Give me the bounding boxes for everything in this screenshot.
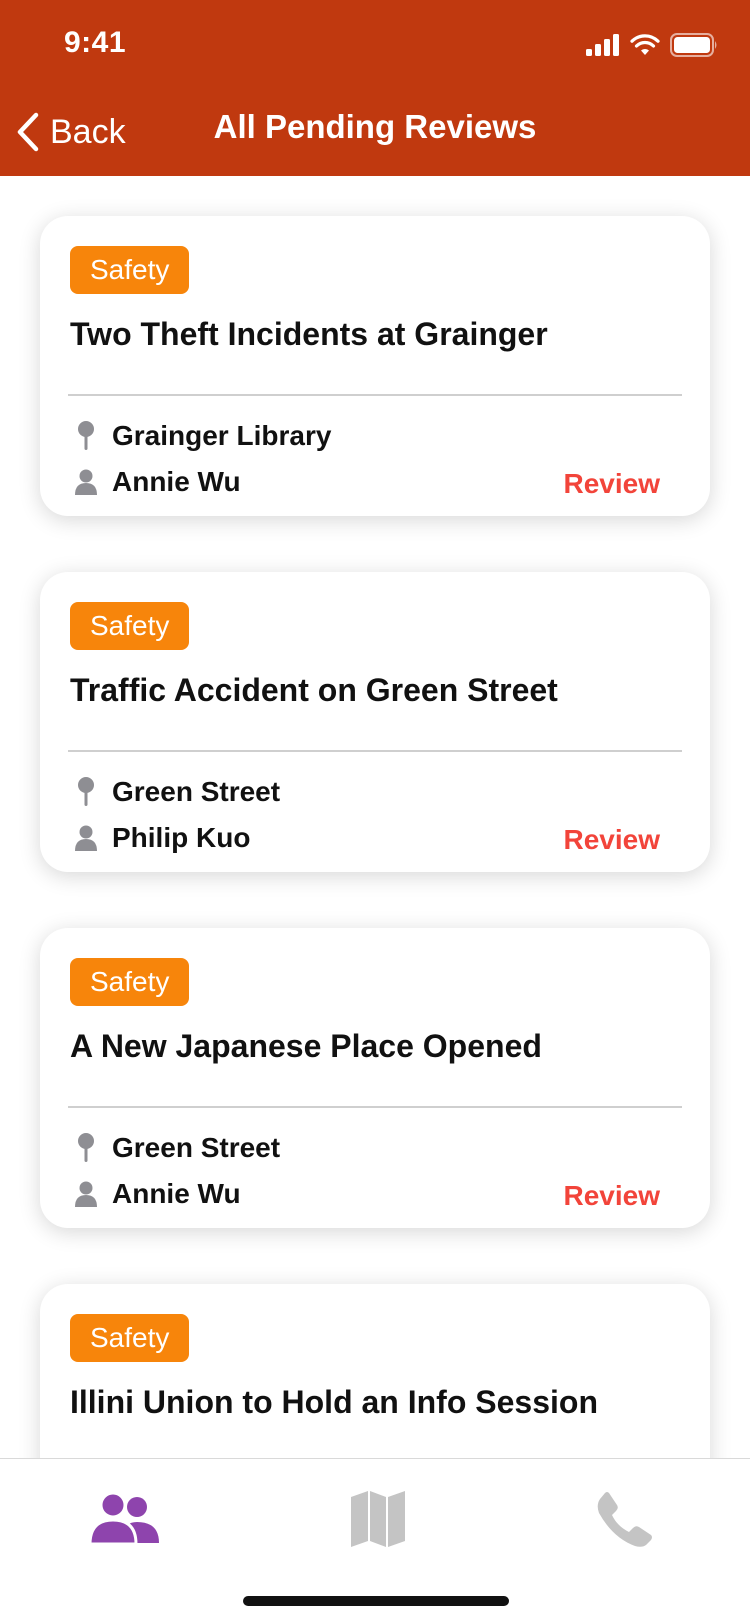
people-icon [89, 1493, 159, 1545]
review-button[interactable]: Review [564, 1180, 661, 1212]
battery-icon [670, 33, 717, 57]
review-card[interactable]: Safety Illini Union to Hold an Info Sess… [40, 1284, 710, 1458]
review-card[interactable]: Safety Traffic Accident on Green Street … [40, 572, 710, 872]
person-icon [74, 823, 98, 853]
author-label: Annie Wu [112, 466, 241, 497]
person-icon [74, 1179, 98, 1209]
pin-icon [74, 1133, 98, 1163]
location-label: Grainger Library [112, 420, 332, 451]
author-label: Annie Wu [112, 1178, 241, 1209]
review-card[interactable]: Safety A New Japanese Place Opened Green… [40, 928, 710, 1228]
review-button[interactable]: Review [564, 468, 661, 500]
divider [68, 394, 682, 396]
tab-people[interactable] [80, 1479, 170, 1559]
wifi-icon [630, 34, 660, 55]
category-badge: Safety [70, 1314, 190, 1362]
category-badge: Safety [70, 958, 190, 1006]
author-row: Philip Kuo [74, 822, 250, 854]
location-label: Green Street [112, 776, 281, 807]
navigation-header: 9:41 Back All Pending Reviews [0, 0, 750, 176]
category-badge: Safety [70, 602, 190, 650]
card-title: Traffic Accident on Green Street [70, 672, 558, 708]
card-title: Two Theft Incidents at Grainger [70, 316, 548, 352]
author-label: Philip Kuo [112, 822, 251, 853]
status-time: 9:41 [64, 26, 127, 59]
location-row: Grainger Library [74, 420, 331, 452]
map-icon [351, 1491, 405, 1547]
pin-icon [74, 777, 98, 807]
card-title: A New Japanese Place Opened [70, 1028, 542, 1064]
signal-icon [586, 34, 619, 56]
card-title: Illini Union to Hold an Info Session [70, 1384, 598, 1420]
review-button[interactable]: Review [564, 824, 661, 856]
review-card[interactable]: Safety Two Theft Incidents at Grainger G… [40, 216, 710, 516]
divider [68, 1106, 682, 1108]
person-icon [74, 467, 98, 497]
home-indicator [243, 1596, 509, 1606]
location-row: Green Street [74, 776, 280, 808]
location-label: Green Street [112, 1132, 281, 1163]
location-row: Green Street [74, 1132, 280, 1164]
divider [68, 750, 682, 752]
tab-map[interactable] [333, 1479, 423, 1559]
status-icons [586, 30, 718, 60]
author-row: Annie Wu [74, 1178, 241, 1210]
phone-icon [597, 1492, 652, 1547]
pin-icon [74, 421, 98, 451]
category-badge: Safety [70, 246, 190, 294]
reviews-list[interactable]: Safety Two Theft Incidents at Grainger G… [0, 176, 750, 1458]
tab-phone[interactable] [580, 1479, 670, 1559]
author-row: Annie Wu [74, 466, 241, 498]
page-title: All Pending Reviews [213, 108, 537, 145]
